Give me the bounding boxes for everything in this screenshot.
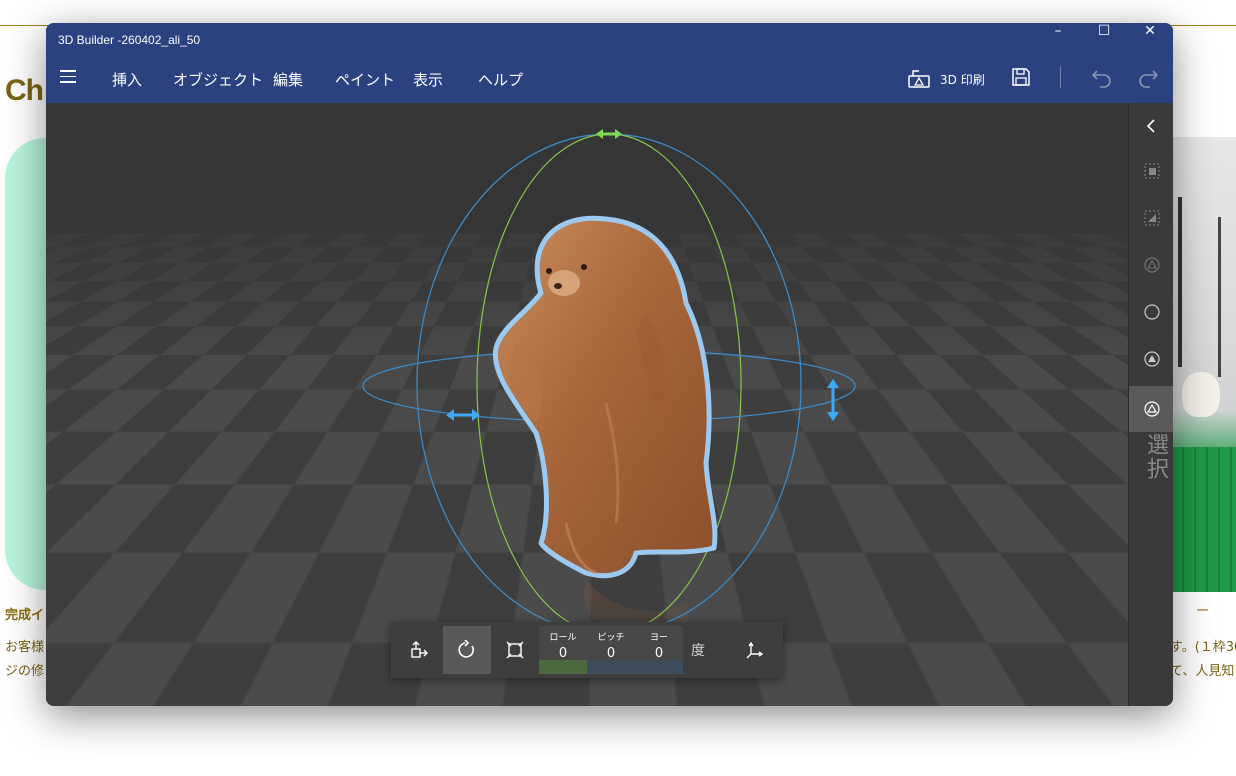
chevron-left-icon (1146, 119, 1155, 133)
roll-field[interactable]: ロール 0 (539, 626, 587, 674)
menu-divider (1060, 66, 1061, 88)
collapse-panel-button[interactable] (1129, 103, 1173, 149)
degree-unit: 度 (691, 643, 705, 659)
page-heading: Ch (5, 74, 44, 107)
paint-select-button[interactable] (1129, 336, 1173, 382)
scale-tool-icon (506, 641, 524, 659)
page-body-line-1: お客様 (5, 640, 45, 655)
move-tool-icon (411, 641, 428, 658)
select-edges-icon (1143, 257, 1160, 273)
page-caption: 完成イ (5, 608, 45, 623)
page-right-line-1: す。(１枠30 (1170, 640, 1236, 655)
select-mode-button[interactable] (1129, 386, 1173, 432)
select-mode-icon (1143, 401, 1160, 417)
menu-bar: 挿入 オブジェクト 編集 ペイント 表示 ヘルプ 3D 印刷 (46, 56, 1173, 103)
menu-object[interactable]: オブジェクト (173, 69, 263, 90)
select-edges-button[interactable] (1129, 242, 1173, 288)
3d-print-label: 3D 印刷 (940, 72, 985, 87)
model-scene (362, 129, 856, 648)
page-right-line-2: て、人見知 (1170, 664, 1235, 679)
maximize-button[interactable]: ☐ (1081, 23, 1127, 56)
roll-label: ロール (549, 633, 577, 643)
yaw-value: 0 (654, 646, 664, 661)
window-title: 3D Builder -260402_ali_50 (58, 33, 201, 47)
pitch-label: ピッチ (597, 633, 625, 643)
select-faces-button[interactable] (1129, 195, 1173, 241)
axis-toggle-button[interactable] (731, 626, 779, 674)
page-body-line-2: ジの修 (5, 664, 45, 679)
axis-icon (746, 641, 764, 659)
select-objects-button[interactable] (1129, 148, 1173, 194)
roll-value: 0 (558, 646, 568, 661)
save-icon[interactable] (1011, 67, 1031, 87)
select-objects-icon (1144, 163, 1159, 179)
redo-icon[interactable] (1137, 67, 1159, 89)
pitch-value: 0 (606, 646, 616, 661)
menu-edit[interactable]: 編集 (273, 69, 303, 90)
rotate-toolbar: ロール 0 ピッチ 0 ヨー 0 度 (391, 622, 783, 678)
menu-view[interactable]: 表示 (413, 69, 443, 90)
app-window: 3D Builder -260402_ali_50 – ☐ ✕ 挿入 オブジェク… (46, 23, 1173, 706)
select-faces-icon (1144, 210, 1159, 226)
menu-help[interactable]: ヘルプ (478, 69, 523, 90)
select-mode-label: 選択 (1143, 433, 1168, 481)
dog-model[interactable] (492, 215, 718, 579)
scale-tool-button[interactable] (491, 626, 539, 674)
circle-icon (1143, 304, 1160, 320)
yaw-field[interactable]: ヨー 0 (635, 626, 683, 674)
minimize-button[interactable]: – (1035, 23, 1081, 56)
3d-viewport[interactable]: ロール 0 ピッチ 0 ヨー 0 度 (46, 103, 1128, 706)
3d-print-button[interactable]: 3D 印刷 (908, 66, 985, 92)
close-button[interactable]: ✕ (1127, 23, 1173, 56)
menu-paint[interactable]: ペイント (335, 69, 395, 90)
right-side-panel: 選択 (1128, 103, 1173, 706)
hamburger-menu-icon[interactable] (60, 70, 76, 84)
page-right-dash: ー (1196, 604, 1210, 619)
roll-handle-icon[interactable] (446, 409, 480, 421)
pitch-field[interactable]: ピッチ 0 (587, 626, 635, 674)
rotate-tool-icon (458, 640, 474, 658)
yaw-label: ヨー (649, 633, 668, 643)
undo-icon[interactable] (1091, 67, 1113, 89)
move-tool-button[interactable] (395, 626, 443, 674)
rotate-tool-button[interactable] (443, 626, 491, 674)
title-bar[interactable]: 3D Builder -260402_ali_50 – ☐ ✕ (46, 23, 1173, 56)
menu-insert[interactable]: 挿入 (112, 69, 142, 90)
select-vertices-button[interactable] (1129, 289, 1173, 335)
pitch-handle-icon[interactable] (596, 129, 622, 139)
3d-print-icon (908, 70, 930, 88)
page-dog-photo (1172, 137, 1236, 592)
paint-select-icon (1143, 351, 1160, 367)
